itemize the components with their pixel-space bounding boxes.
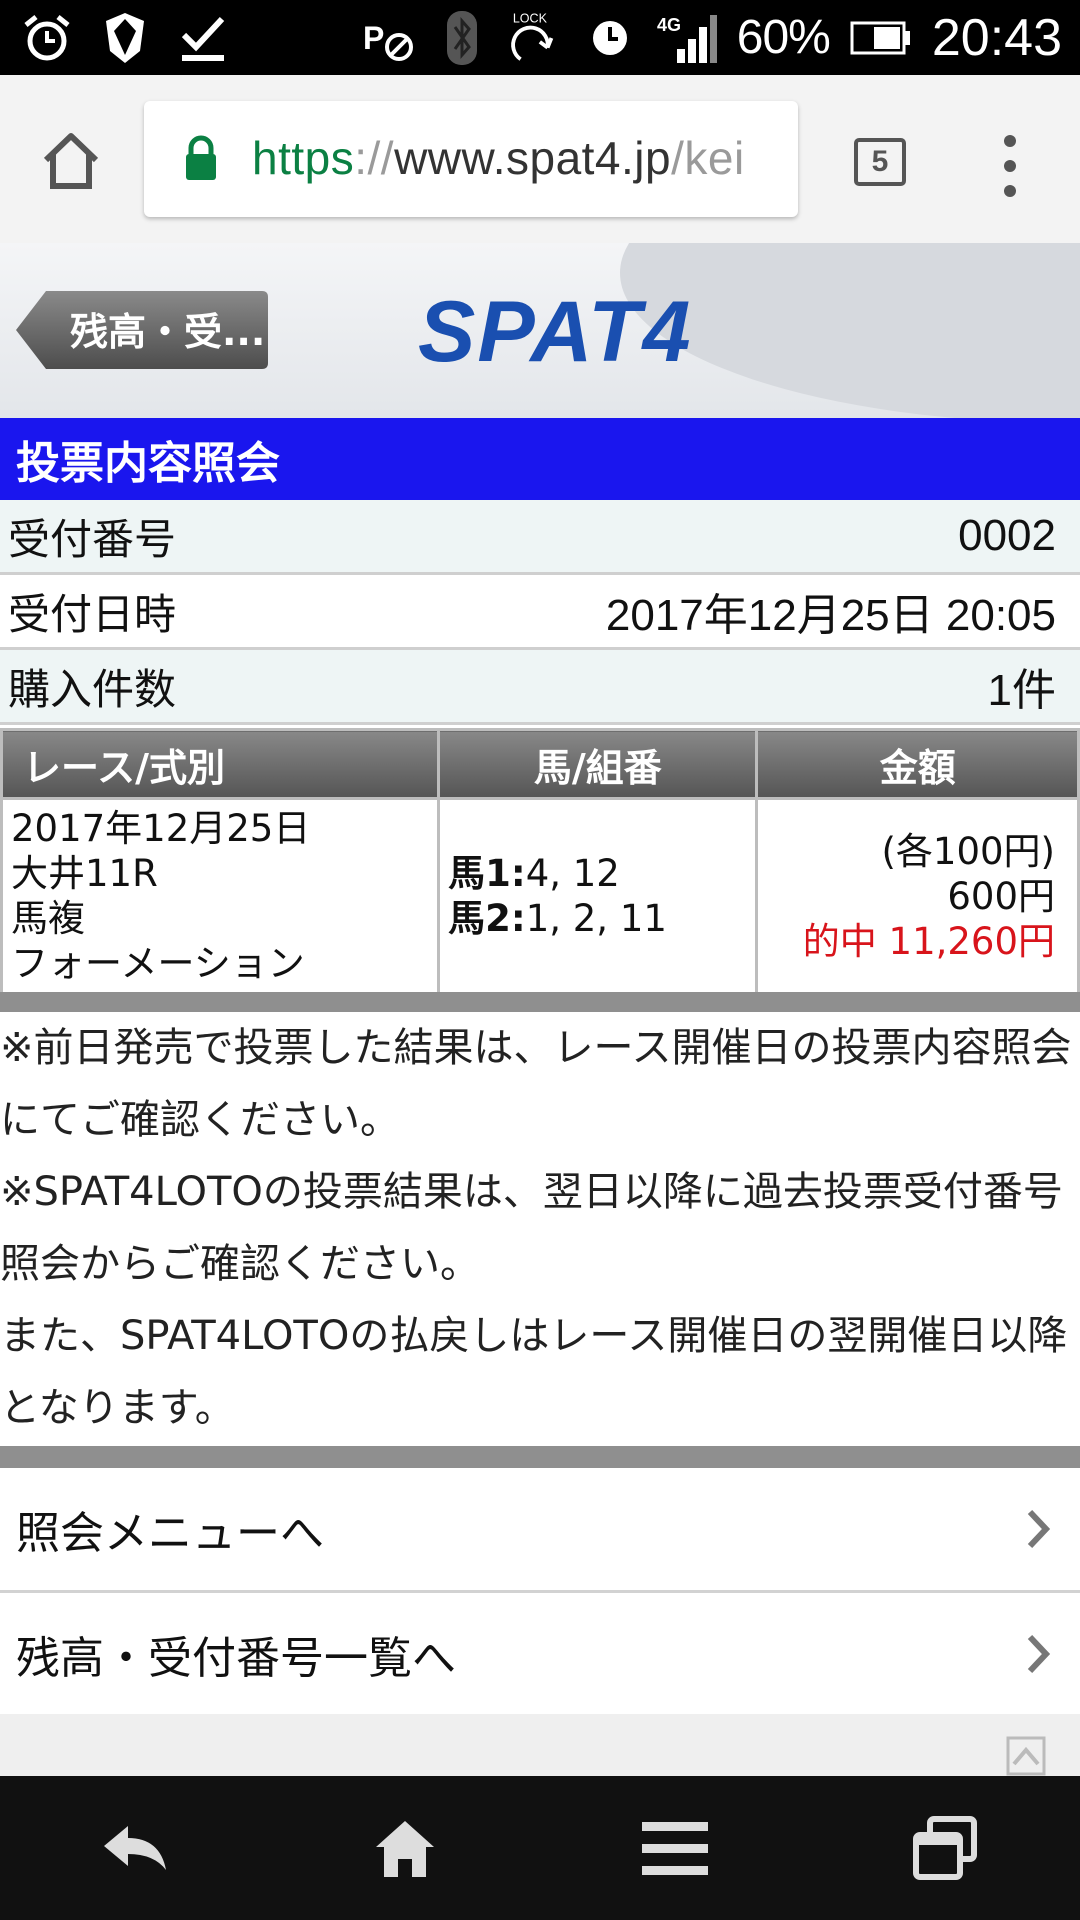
scroll-top-icon[interactable] — [1006, 1736, 1046, 1776]
ticket-info: 受付番号 0002 受付日時 2017年12月25日 20:05 購入件数 1件 — [0, 500, 1080, 725]
site-header: 残高・受... SPAT4 — [0, 243, 1080, 418]
column-header-race: レース/式別 — [0, 728, 441, 800]
back-button-label: 残高・受... — [70, 310, 266, 354]
bet-type: 馬複 — [11, 897, 85, 940]
race-cell: 2017年12月25日 大井11R 馬複 フォーメーション — [0, 797, 441, 995]
total-amount: 600円 — [947, 874, 1055, 918]
info-row-purchase-count: 購入件数 1件 — [0, 650, 1080, 725]
browser-home-button[interactable] — [40, 130, 102, 192]
browser-menu-button[interactable] — [1000, 131, 1020, 201]
note-1: ※前日発売で投票した結果は、レース開催日の投票内容照会にてご確認ください。 — [0, 1025, 1072, 1143]
race-name: 大井11R — [11, 852, 158, 895]
more-vert-icon — [1004, 135, 1016, 197]
url-bar[interactable]: https://www.spat4.jp/kei — [144, 101, 798, 217]
download-check-icon — [176, 11, 230, 65]
divider — [0, 992, 1080, 1012]
secure-lock-icon — [186, 135, 216, 180]
race-date: 2017年12月25日 — [11, 807, 311, 850]
notes: ※前日発売で投票した結果は、レース開催日の投票内容照会にてご確認ください。 ※S… — [0, 1012, 1080, 1444]
table-header-row: レース/式別 馬/組番 金額 — [0, 728, 1080, 800]
chevron-right-icon — [1027, 1634, 1051, 1674]
unit-price: (各100円) — [881, 829, 1056, 873]
hamburger-menu-icon — [642, 1822, 708, 1875]
status-time: 20:43 — [931, 8, 1062, 67]
info-value: 2017年12月25日 20:05 — [605, 591, 1056, 640]
link-label: 照会メニューへ — [16, 1508, 324, 1559]
spat4-logo: SPAT4 — [418, 284, 693, 380]
tab-switcher-button[interactable]: 5 — [854, 138, 906, 186]
amount-cell: (各100円) 600円 的中 11,260円 — [755, 797, 1080, 995]
tab-count: 5 — [871, 145, 889, 178]
table-row: 2017年12月25日 大井11R 馬複 フォーメーション 馬1:4, 12 馬… — [0, 797, 1080, 995]
page-title: 投票内容照会 — [0, 418, 1080, 500]
bet-table: レース/式別 馬/組番 金額 2017年12月25日 大井11R 馬複 フォーメ… — [0, 728, 1080, 995]
bet-method: フォーメーション — [11, 942, 305, 985]
link-inquiry-menu[interactable]: 照会メニューへ — [0, 1468, 1080, 1593]
android-nav-bar — [0, 1776, 1080, 1920]
combo-line-1: 馬1:4, 12 — [448, 852, 620, 895]
rotation-lock-icon: LOCK — [509, 11, 563, 65]
combination-cell: 馬1:4, 12 馬2:1, 2, 11 — [437, 797, 759, 995]
info-label: 購入件数 — [8, 664, 177, 714]
shield-app-icon — [98, 11, 152, 65]
nav-recents-button[interactable] — [905, 1808, 985, 1888]
column-header-amount: 金額 — [755, 728, 1080, 800]
svg-text:4G: 4G — [657, 15, 681, 35]
info-row-receipt-datetime: 受付日時 2017年12月25日 20:05 — [0, 575, 1080, 650]
combo-line-2: 馬2:1, 2, 11 — [448, 897, 667, 940]
link-balance-list[interactable]: 残高・受付番号一覧へ — [0, 1593, 1080, 1718]
note-3: また、SPAT4LOTOの払戻しはレース開催日の翌開催日以降となります。 — [0, 1313, 1068, 1431]
home-icon — [43, 133, 99, 189]
nav-back-button[interactable] — [95, 1808, 175, 1888]
clock-icon — [583, 11, 637, 65]
info-label: 受付日時 — [8, 589, 177, 639]
browser-toolbar: https://www.spat4.jp/kei 5 — [0, 75, 1080, 243]
info-value: 1件 — [987, 666, 1056, 715]
info-value: 0002 — [958, 511, 1056, 560]
info-label: 受付番号 — [8, 514, 177, 564]
signal-icon: 4G — [657, 11, 717, 65]
link-list: 照会メニューへ 残高・受付番号一覧へ — [0, 1468, 1080, 1718]
footer-strip — [0, 1714, 1080, 1776]
info-row-receipt-number: 受付番号 0002 — [0, 500, 1080, 575]
lock-label: LOCK — [513, 11, 548, 25]
chevron-right-icon — [1027, 1509, 1051, 1549]
svg-text:P: P — [363, 20, 384, 56]
divider — [0, 1446, 1080, 1468]
link-label: 残高・受付番号一覧へ — [16, 1633, 456, 1684]
home-icon — [376, 1821, 434, 1877]
column-header-combination: 馬/組番 — [437, 728, 759, 800]
note-2: ※SPAT4LOTOの投票結果は、翌日以降に過去投票受付番号照会からご確認くださ… — [0, 1169, 1063, 1287]
nav-home-button[interactable] — [365, 1808, 445, 1888]
bluetooth-icon — [435, 10, 489, 65]
recent-apps-icon — [913, 1816, 977, 1880]
back-icon — [104, 1826, 166, 1870]
no-display-icon: P — [361, 11, 415, 65]
nav-menu-button[interactable] — [635, 1808, 715, 1888]
url-text: https://www.spat4.jp/kei — [252, 132, 745, 184]
battery-icon — [850, 11, 912, 65]
status-bar: P LOCK 4G 60% 20:43 — [0, 0, 1080, 75]
hit-payout: 的中 11,260円 — [802, 919, 1055, 963]
battery-percent: 60% — [736, 11, 831, 64]
alarm-icon — [20, 11, 74, 65]
